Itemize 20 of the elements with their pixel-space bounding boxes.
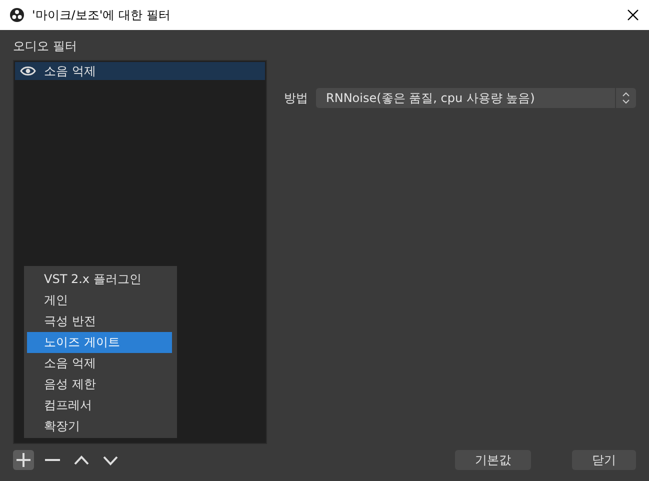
defaults-button[interactable]: 기본값 <box>455 450 531 470</box>
menu-item[interactable]: 확장기 <box>27 416 172 437</box>
close-icon[interactable] <box>627 9 639 21</box>
menu-item[interactable]: VST 2.x 플러그인 <box>27 269 172 290</box>
eye-icon[interactable] <box>20 66 36 76</box>
filter-name: 소음 억제 <box>44 62 96 80</box>
menu-item[interactable]: 노이즈 게이트 <box>27 332 172 353</box>
section-label: 오디오 필터 <box>13 38 78 55</box>
method-dropdown[interactable]: RNNoise(좋은 품질, cpu 사용량 높음) <box>316 88 636 108</box>
app-logo-icon <box>10 8 24 22</box>
filter-item[interactable]: 소음 억제 <box>15 62 265 80</box>
add-icon[interactable] <box>13 450 34 470</box>
menu-item[interactable]: 극성 반전 <box>27 311 172 332</box>
menu-item[interactable]: 음성 제한 <box>27 374 172 395</box>
window-title: '마이크/보조'에 대한 필터 <box>32 6 172 24</box>
menu-item[interactable]: 컴프레서 <box>27 395 172 416</box>
close-button[interactable]: 닫기 <box>572 450 636 470</box>
method-label: 방법 <box>284 90 308 106</box>
menu-item[interactable]: 게인 <box>27 290 172 311</box>
menu-item[interactable]: 소음 억제 <box>27 353 172 374</box>
